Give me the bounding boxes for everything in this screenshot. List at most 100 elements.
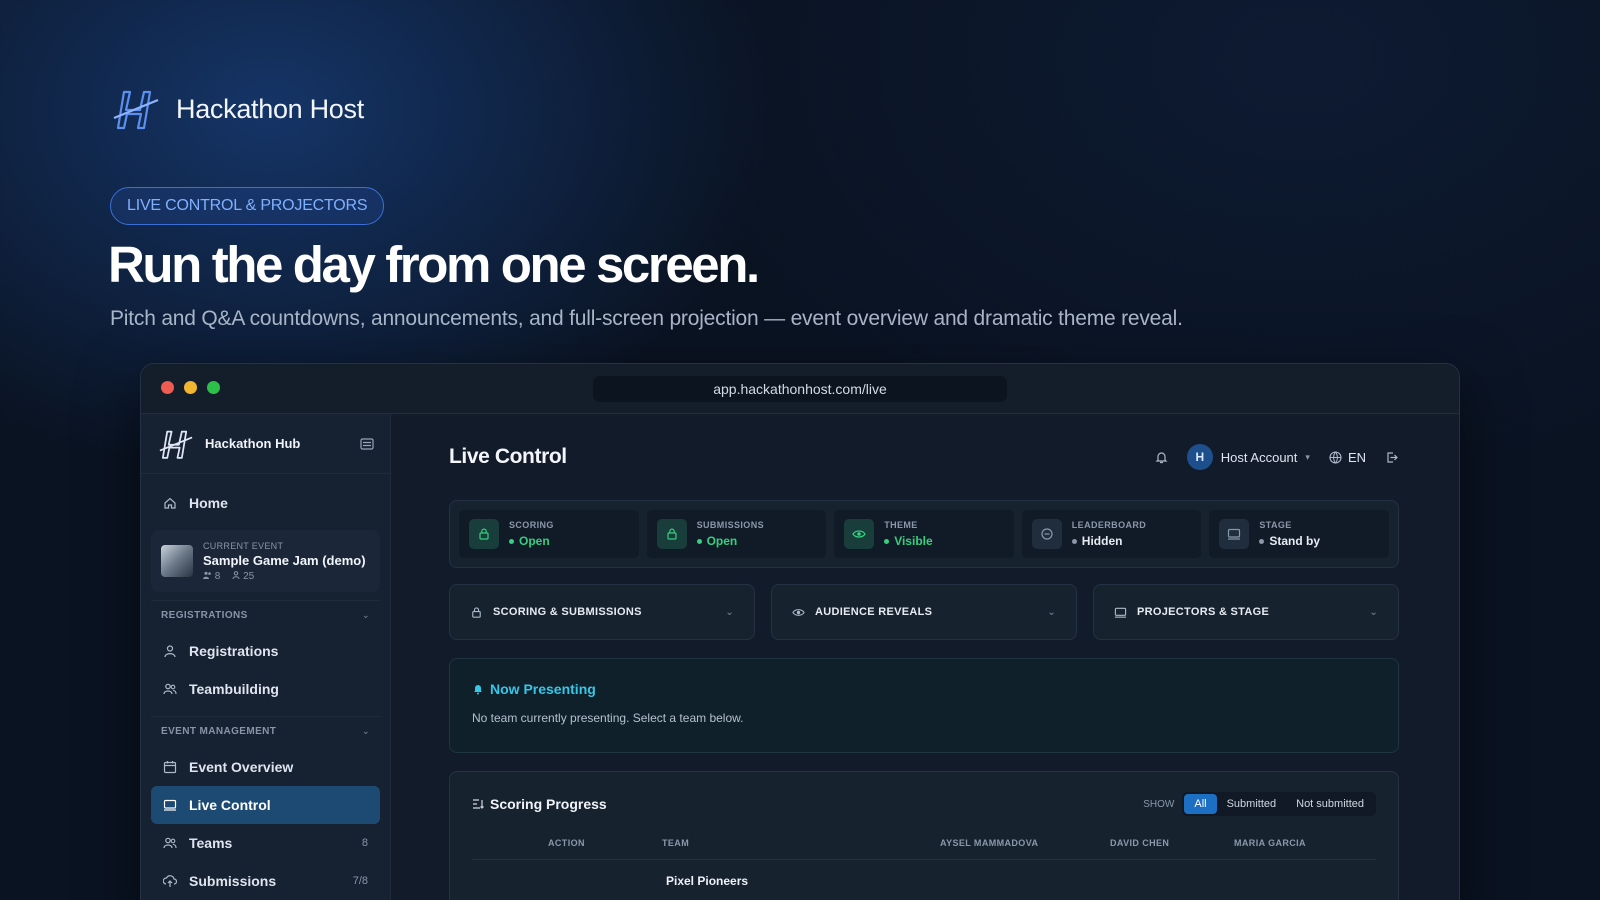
sidebar-item-label: Home xyxy=(189,495,228,511)
sidebar-item-live-control[interactable]: Live Control xyxy=(151,786,380,824)
status-card-submissions[interactable]: SUBMISSIONS Open xyxy=(646,510,827,558)
panel-audience-reveals[interactable]: AUDIENCE REVEALS ⌄ xyxy=(771,584,1077,640)
lock-icon xyxy=(479,528,489,540)
eye-icon xyxy=(852,530,866,538)
users-icon xyxy=(163,837,177,849)
section-label-text: REGISTRATIONS xyxy=(161,610,248,621)
users-icon xyxy=(203,571,211,579)
status-card-stage[interactable]: STAGE Stand by xyxy=(1209,510,1389,558)
scoring-progress-title: Scoring Progress xyxy=(490,796,607,812)
sidebar-item-teambuilding[interactable]: Teambuilding xyxy=(151,670,380,708)
status-icon-box xyxy=(656,519,687,549)
filter-submitted[interactable]: Submitted xyxy=(1217,794,1287,814)
chevron-down-icon: ⌄ xyxy=(725,606,734,618)
brand-name: Hackathon Host xyxy=(176,93,364,124)
url-bar[interactable]: app.hackathonhost.com/live xyxy=(593,376,1007,402)
sidebar-section-label[interactable]: REGISTRATIONS ⌄ xyxy=(151,600,380,630)
filter-all[interactable]: All xyxy=(1184,794,1217,814)
panel-label: AUDIENCE REVEALS xyxy=(815,606,933,618)
status-label: SCORING xyxy=(509,520,554,530)
home-icon xyxy=(164,497,176,509)
topbar: Live Control H Host Account ▾ EN xyxy=(449,414,1399,500)
now-presenting-text: No team currently presenting. Select a t… xyxy=(472,711,744,725)
lock-icon xyxy=(666,528,677,540)
app-window: app.hackathonhost.com/live Hackathon Hub xyxy=(140,363,1460,900)
account-menu[interactable]: H Host Account ▾ xyxy=(1186,444,1310,470)
sidebar-item-home[interactable]: Home xyxy=(151,484,380,522)
status-value: Hidden xyxy=(1071,534,1146,548)
status-dot xyxy=(1071,538,1077,544)
chevron-down-icon: ▾ xyxy=(1305,451,1310,462)
sidebar: Hackathon Hub Home CURRENT EVENT Sample … xyxy=(141,414,391,900)
sidebar-item-count: 7/8 xyxy=(352,875,368,887)
status-label: LEADERBOARD xyxy=(1071,520,1147,530)
current-event-card[interactable]: CURRENT EVENT Sample Game Jam (demo) 8 2… xyxy=(151,530,380,592)
sidebar-item-registrations[interactable]: Registrations xyxy=(151,632,380,670)
brand: Hackathon Host xyxy=(110,88,364,130)
minimize-window-button[interactable] xyxy=(184,381,197,394)
now-presenting-card: Now Presenting No team currently present… xyxy=(449,658,1399,753)
status-label: THEME xyxy=(884,520,918,530)
maximize-window-button[interactable] xyxy=(207,381,220,394)
panel-projectors-stage[interactable]: PROJECTORS & STAGE ⌄ xyxy=(1093,584,1399,640)
status-icon-box xyxy=(844,519,875,549)
sidebar-item-submissions[interactable]: Submissions 7/8 xyxy=(151,862,380,900)
column-header: ACTION xyxy=(548,838,585,848)
avatar: H xyxy=(1186,444,1213,470)
chevron-down-icon: ⌄ xyxy=(1369,606,1378,618)
column-header: AYSEL MAMMADOVA xyxy=(940,838,1039,848)
sidebar-section-label[interactable]: EVENT MANAGEMENT ⌄ xyxy=(151,716,380,746)
monitor-icon xyxy=(1228,528,1241,540)
sidebar-item-label: Event Overview xyxy=(189,759,294,775)
status-value: Open xyxy=(696,534,764,548)
language-code: EN xyxy=(1347,449,1366,465)
menu-icon[interactable] xyxy=(360,437,374,450)
filter-segmented-control: All Submitted Not submitted xyxy=(1182,792,1376,816)
hub-logo-icon xyxy=(159,430,193,459)
current-event-name: Sample Game Jam (demo) xyxy=(203,552,366,568)
status-value-text: Hidden xyxy=(1081,534,1123,548)
status-value-text: Visible xyxy=(894,534,933,548)
sidebar-item-label: Teams xyxy=(189,835,233,851)
panel-label: PROJECTORS & STAGE xyxy=(1137,606,1270,618)
sidebar-item-label: Live Control xyxy=(189,797,271,813)
sidebar-item-teams[interactable]: Teams 8 xyxy=(151,824,380,862)
close-window-button[interactable] xyxy=(161,381,174,394)
status-dot xyxy=(884,538,890,544)
monitor-icon xyxy=(163,799,177,811)
sidebar-header: Hackathon Hub xyxy=(141,414,390,474)
minus-circle-icon xyxy=(1041,528,1053,540)
status-strip: SCORING Open SUBMISSIONS Open THEME Visible LE… xyxy=(449,500,1399,568)
table-row[interactable]: Pixel Pioneers xyxy=(472,874,1376,888)
status-icon-box xyxy=(1219,519,1250,549)
status-value: Stand by xyxy=(1259,534,1320,548)
status-value-text: Open xyxy=(519,534,550,548)
column-header: DAVID CHEN xyxy=(1110,838,1170,848)
bell-icon[interactable] xyxy=(1154,450,1169,465)
sidebar-item-event-overview[interactable]: Event Overview xyxy=(151,748,380,786)
column-header: MARIA GARCIA xyxy=(1234,838,1306,848)
user-icon xyxy=(164,645,176,658)
main-content: Live Control H Host Account ▾ EN SCORING… xyxy=(391,414,1459,900)
column-header: TEAM xyxy=(662,838,690,848)
status-card-theme[interactable]: THEME Visible xyxy=(834,510,1014,558)
members-count: 25 xyxy=(232,571,254,582)
language-switcher[interactable]: EN xyxy=(1328,450,1366,465)
status-value-text: Open xyxy=(706,534,738,548)
status-card-leaderboard[interactable]: LEADERBOARD Hidden xyxy=(1021,510,1202,558)
show-label: SHOW xyxy=(1143,798,1175,810)
current-event-label: CURRENT EVENT xyxy=(203,540,284,551)
upload-icon xyxy=(163,875,177,887)
status-value: Visible xyxy=(884,534,933,548)
logout-icon[interactable] xyxy=(1384,450,1399,465)
list-icon xyxy=(473,799,484,809)
panel-scoring-submissions[interactable]: SCORING & SUBMISSIONS ⌄ xyxy=(449,584,755,640)
filter-not-submitted[interactable]: Not submitted xyxy=(1286,794,1374,814)
status-dot xyxy=(696,538,702,544)
bell-icon xyxy=(474,685,482,695)
event-thumbnail xyxy=(161,545,193,577)
feature-pill: LIVE CONTROL & PROJECTORS xyxy=(110,187,385,225)
status-dot xyxy=(1259,538,1265,544)
status-card-scoring[interactable]: SCORING Open xyxy=(459,510,639,558)
chevron-down-icon: ⌄ xyxy=(1047,606,1056,618)
